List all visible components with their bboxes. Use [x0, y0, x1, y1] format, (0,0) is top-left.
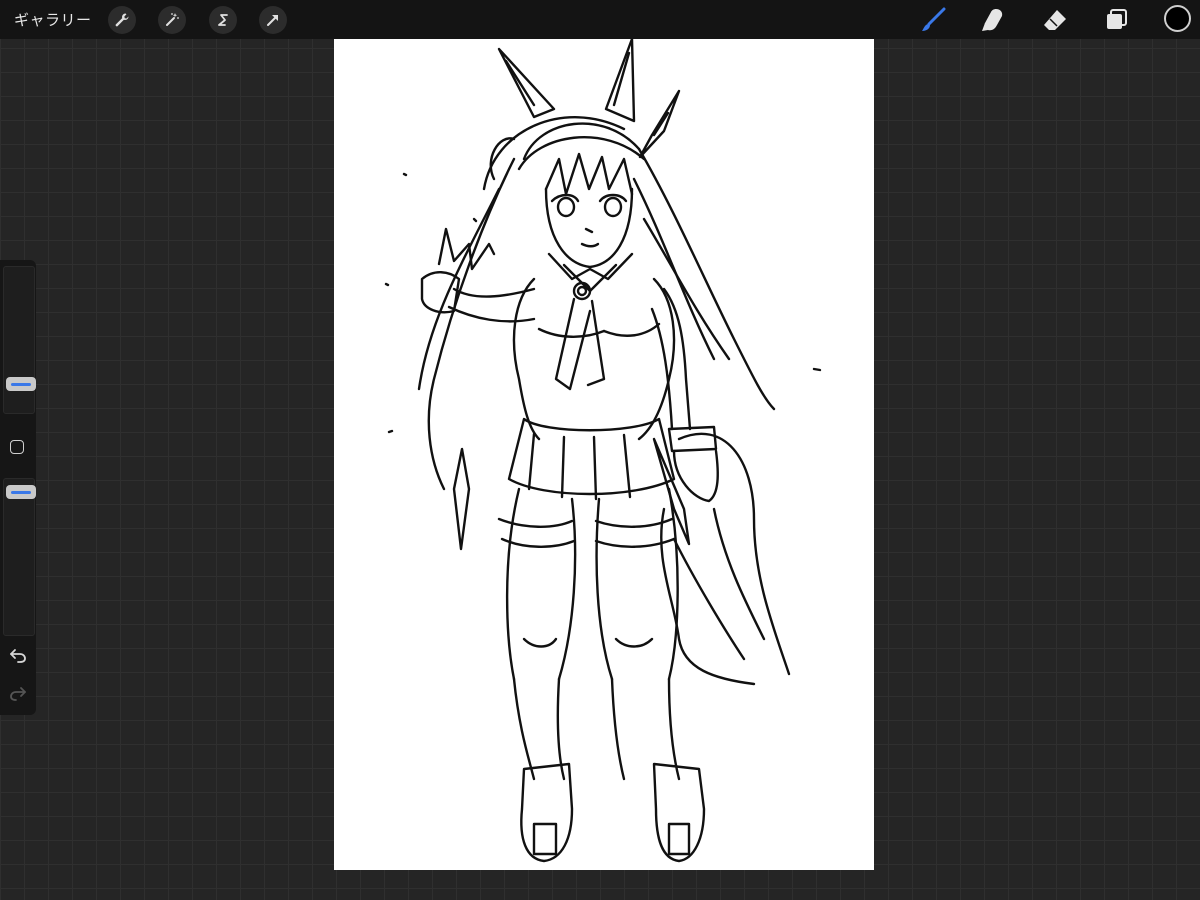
- opacity-handle[interactable]: [6, 485, 36, 499]
- square-modify-icon[interactable]: [10, 440, 24, 454]
- actions-button[interactable]: [108, 6, 136, 34]
- eraser-button[interactable]: [1040, 5, 1070, 35]
- selection-button[interactable]: [209, 6, 237, 34]
- arrow-cursor-icon: [267, 15, 278, 26]
- eraser-icon: [1044, 10, 1066, 30]
- transform-button[interactable]: [259, 6, 287, 34]
- opacity-slider[interactable]: [3, 478, 36, 636]
- brush-icon: [922, 7, 946, 31]
- line-art-sketch: [384, 37, 822, 863]
- brush-size-slider[interactable]: [3, 266, 36, 414]
- smudge-button[interactable]: [978, 5, 1008, 35]
- selection-s-icon: [218, 14, 228, 26]
- brush-size-handle[interactable]: [6, 377, 36, 391]
- paint-brush-button[interactable]: [918, 5, 948, 35]
- sidebar: [0, 260, 36, 715]
- undo-icon[interactable]: [8, 645, 28, 665]
- color-swatch[interactable]: [1164, 5, 1191, 32]
- layers-icon: [1107, 9, 1127, 29]
- smudge-finger-icon: [982, 9, 1003, 31]
- magic-wand-icon: [166, 13, 179, 26]
- layers-button[interactable]: [1102, 5, 1132, 35]
- wrench-icon: [115, 13, 129, 27]
- drawing-canvas[interactable]: [334, 37, 874, 870]
- top-toolbar: ギャラリー: [0, 0, 1200, 39]
- redo-icon[interactable]: [8, 683, 28, 703]
- gallery-link[interactable]: ギャラリー: [14, 9, 92, 30]
- adjustments-button[interactable]: [158, 6, 186, 34]
